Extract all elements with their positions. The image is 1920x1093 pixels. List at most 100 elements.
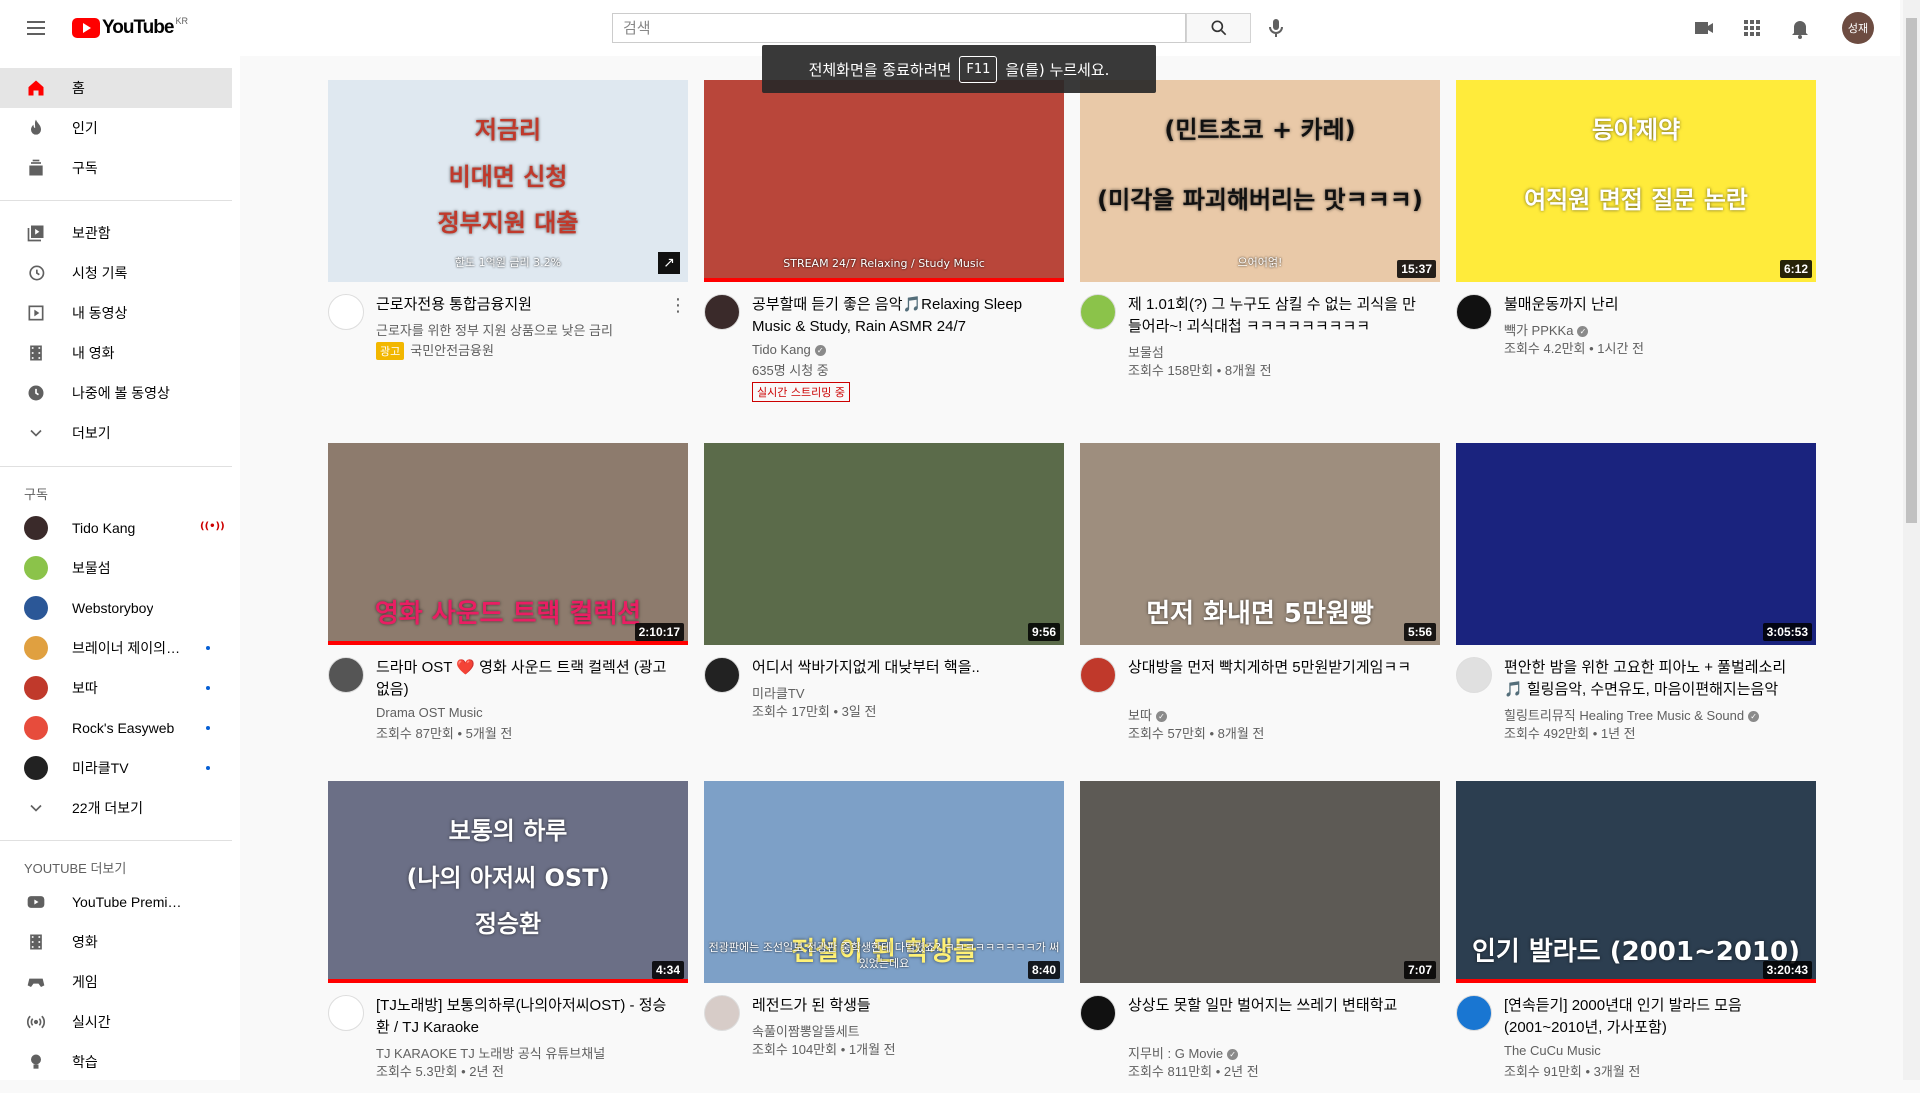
channel-avatar[interactable] (704, 657, 740, 693)
video-title[interactable]: 제 1.01회(?) 그 누구도 삼킬 수 없는 괴식을 만들어라~! 괴식대첩… (1128, 294, 1428, 338)
channel-name-row[interactable]: 속풀이짬뽕알뜰세트 (752, 1021, 860, 1040)
video-card[interactable]: STREAM 24/7 Relaxing / Study Music 공부할때 듣… (704, 80, 1064, 402)
video-title[interactable]: 불매운동까지 난리 (1504, 294, 1804, 316)
video-card[interactable]: 영화 사운드 트랙 컬렉션 2:10:17 드라마 OST ❤️ 영화 사운드 트랙… (328, 443, 688, 755)
channel-name-row[interactable]: Tido Kang ✓ (752, 342, 826, 357)
channel-avatar[interactable] (1080, 995, 1116, 1031)
apps-icon[interactable] (1740, 16, 1764, 40)
video-thumbnail[interactable]: STREAM 24/7 Relaxing / Study Music (704, 80, 1064, 282)
sidebar-item-my-videos[interactable]: 내 동영상 (0, 293, 232, 333)
channel-name-row[interactable]: 보따 ✓ (1128, 705, 1167, 724)
channel-avatar[interactable] (1080, 294, 1116, 330)
channel-avatar[interactable] (1080, 657, 1116, 693)
channel-avatar[interactable] (704, 294, 740, 330)
sidebar-item-show-more[interactable]: 더보기 (0, 413, 232, 453)
youtube-logo[interactable]: YouTube KR (72, 16, 188, 39)
video-card[interactable]: 인기 발라드 (2001~2010) 3:20:43 [연속듣기] 2000년대 인… (1456, 781, 1816, 1093)
video-thumbnail[interactable]: (민트초코 + 카레) (미각을 파괴해버리는 맛ㅋㅋㅋ) 으어어얽! 15:37 (1080, 80, 1440, 282)
video-title[interactable]: 상대방을 먼저 빡치게하면 5만원받기게임ㅋㅋ (1128, 657, 1428, 679)
sidebar-item-watch-later[interactable]: 나중에 볼 동영상 (0, 373, 232, 413)
channel-avatar[interactable] (704, 995, 740, 1031)
video-thumbnail[interactable]: 저금리 비대면 신청 정부지원 대출 한도 1억원 금리 3.2% ↗ (328, 80, 688, 282)
video-card[interactable]: 전설이 된 학생들 전광판에는 조선일보 전광판 중학생한테 다털렸죠? ㅋㅋㅋㅋ… (704, 781, 1064, 1093)
sidebar-item-channel-miracle-tv[interactable]: 미라클TV (0, 748, 232, 788)
channel-name-row[interactable]: 지무비 : G Movie ✓ (1128, 1043, 1239, 1062)
sidebar-item-channel-tido-kang[interactable]: Tido Kang ((•)) (0, 508, 232, 548)
external-link-icon[interactable]: ↗ (658, 252, 680, 274)
channel-avatar[interactable] (328, 294, 364, 330)
sidebar-item-channel-webstoryboy[interactable]: Webstoryboy (0, 588, 232, 628)
video-title[interactable]: 편안한 밤을 위한 고요한 피아노 + 풀벌레소리 🎵 힐링음악, 수면유도, … (1504, 657, 1804, 701)
video-title[interactable]: 근로자전용 통합금융지원 (376, 294, 676, 316)
sidebar-item-live[interactable]: 실시간 (0, 1002, 232, 1042)
channel-name[interactable]: The CuCu Music (1504, 1043, 1601, 1058)
video-card[interactable]: 3:05:53 편안한 밤을 위한 고요한 피아노 + 풀벌레소리 🎵 힐링음악,… (1456, 443, 1816, 755)
channel-name[interactable]: 힐링트리뮤직 Healing Tree Music & Sound (1504, 708, 1744, 723)
channel-name[interactable]: Tido Kang (752, 342, 811, 357)
account-avatar[interactable]: 성재 (1842, 12, 1874, 44)
sidebar-item-gaming[interactable]: 게임 (0, 962, 232, 1002)
sidebar-item-youtube-premium[interactable]: YouTube Premium (0, 882, 232, 922)
sidebar-item-library[interactable]: 보관함 (0, 213, 232, 253)
sidebar-item-movies[interactable]: 영화 (0, 922, 232, 962)
sidebar-item-channel-rocks-easyweb[interactable]: Rock's Easyweb (0, 708, 232, 748)
page-scrollbar[interactable] (1903, 0, 1920, 1080)
channel-avatar[interactable] (1456, 294, 1492, 330)
video-thumbnail[interactable]: 먼저 화내면 5만원빵 5:56 (1080, 443, 1440, 645)
channel-name-row[interactable]: 빽가 PPKKa ✓ (1504, 320, 1589, 339)
channel-name-row[interactable]: TJ KARAOKE TJ 노래방 공식 유튜브채널 (376, 1043, 605, 1062)
channel-name[interactable]: 빽가 PPKKa (1504, 323, 1573, 338)
video-thumbnail[interactable]: 동아제약 여직원 면접 질문 논란 6:12 (1456, 80, 1816, 282)
video-card[interactable]: 9:56 어디서 싹바가지없게 대낮부터 핵을.. 미라클TV 조회수 17만회 • … (704, 443, 1064, 755)
channel-name-row[interactable]: 힐링트리뮤직 Healing Tree Music & Sound ✓ (1504, 705, 1760, 724)
video-thumbnail[interactable]: 인기 발라드 (2001~2010) 3:20:43 (1456, 781, 1816, 983)
channel-name[interactable]: 보물섬 (1128, 345, 1164, 360)
video-thumbnail[interactable]: 영화 사운드 트랙 컬렉션 2:10:17 (328, 443, 688, 645)
scrollbar-thumb[interactable] (1906, 18, 1917, 523)
channel-avatar[interactable] (1456, 657, 1492, 693)
video-title[interactable]: 공부할때 듣기 좋은 음악🎵Relaxing Sleep Music & Stu… (752, 294, 1052, 338)
menu-icon[interactable] (24, 16, 48, 40)
video-title[interactable]: 레전드가 된 학생들 (752, 995, 1052, 1017)
video-card[interactable]: 보통의 하루 (나의 아저씨 OST) 정승환 4:34 [TJ노래방] 보통의하루(나… (328, 781, 688, 1093)
channel-name[interactable]: 미라클TV (752, 686, 805, 701)
channel-name[interactable]: TJ KARAOKE TJ 노래방 공식 유튜브채널 (376, 1046, 605, 1061)
video-card[interactable]: 먼저 화내면 5만원빵 5:56 상대방을 먼저 빡치게하면 5만원받기게임ㅋㅋ 보따… (1080, 443, 1440, 755)
sidebar-item-learning[interactable]: 학습 (0, 1042, 232, 1082)
channel-name-row[interactable]: Drama OST Music (376, 705, 483, 720)
search-input[interactable] (613, 14, 1185, 42)
video-thumbnail[interactable]: 3:05:53 (1456, 443, 1816, 645)
video-title[interactable]: [TJ노래방] 보통의하루(나의아저씨OST) - 정승환 / TJ Karao… (376, 995, 676, 1039)
search-button[interactable] (1186, 13, 1251, 43)
more-actions-icon[interactable]: ⋮ (668, 294, 688, 318)
video-title[interactable]: 어디서 싹바가지없게 대낮부터 핵을.. (752, 657, 1052, 679)
channel-name[interactable]: 보따 (1128, 708, 1152, 723)
notifications-bell-icon[interactable] (1788, 16, 1812, 40)
video-thumbnail[interactable]: 9:56 (704, 443, 1064, 645)
channel-name-row[interactable]: 보물섬 (1128, 342, 1164, 361)
sidebar-item-channel-brainer-j[interactable]: 브레이너 제이의 숲 (0, 628, 232, 668)
create-video-icon[interactable] (1692, 16, 1716, 40)
sidebar-item-more-subscriptions[interactable]: 22개 더보기 (0, 788, 232, 828)
video-title[interactable]: [연속듣기] 2000년대 인기 발라드 모음 (2001~2010년, 가사포… (1504, 995, 1804, 1039)
sidebar-item-history[interactable]: 시청 기록 (0, 253, 232, 293)
video-thumbnail[interactable]: 전설이 된 학생들 전광판에는 조선일보 전광판 중학생한테 다털렸죠? ㅋㅋㅋㅋ… (704, 781, 1064, 983)
video-card[interactable]: 7:07 상상도 못할 일만 벌어지는 쓰레기 변태학교지무비 : G Movie… (1080, 781, 1440, 1093)
video-title[interactable]: 드라마 OST ❤️ 영화 사운드 트랙 컬렉션 (광고 없음) (376, 657, 676, 701)
channel-name-row[interactable]: The CuCu Music (1504, 1043, 1601, 1058)
channel-name-row[interactable]: 미라클TV (752, 683, 805, 702)
sidebar-item-channel-botta[interactable]: 보따 (0, 668, 232, 708)
video-thumbnail[interactable]: 7:07 (1080, 781, 1440, 983)
sidebar-item-subscriptions[interactable]: 구독 (0, 148, 232, 188)
channel-name[interactable]: 지무비 : G Movie (1128, 1046, 1223, 1061)
video-card[interactable]: 저금리 비대면 신청 정부지원 대출 한도 1억원 금리 3.2% ↗ 근로자전용 통합금… (328, 80, 688, 392)
video-card[interactable]: 동아제약 여직원 면접 질문 논란 6:12 불매운동까지 난리 빽가 PPKKa ✓ 조회… (1456, 80, 1816, 392)
sidebar-item-my-movies[interactable]: 내 영화 (0, 333, 232, 373)
microphone-icon[interactable] (1264, 16, 1288, 40)
channel-avatar[interactable] (1456, 995, 1492, 1031)
video-title[interactable]: 상상도 못할 일만 벌어지는 쓰레기 변태학교 (1128, 995, 1428, 1017)
channel-avatar[interactable] (328, 657, 364, 693)
video-card[interactable]: (민트초코 + 카레) (미각을 파괴해버리는 맛ㅋㅋㅋ) 으어어얽! 15:37 제 … (1080, 80, 1440, 392)
video-thumbnail[interactable]: 보통의 하루 (나의 아저씨 OST) 정승환 4:34 (328, 781, 688, 983)
sidebar-item-trending[interactable]: 인기 (0, 108, 232, 148)
